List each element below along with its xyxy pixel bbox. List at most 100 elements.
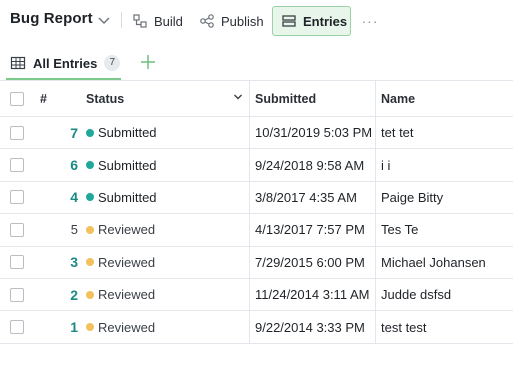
plus-icon[interactable] [139,53,157,71]
status-cell: Reviewed [86,247,246,278]
more-options-icon[interactable]: ··· [360,8,380,34]
column-divider [375,81,376,116]
chevron-down-icon[interactable] [96,12,112,28]
entries-icon [282,15,296,27]
column-divider [375,117,376,149]
tab-all-entries[interactable]: All Entries 7 [10,50,121,76]
entry-number[interactable]: 5 [38,214,78,245]
entries-button[interactable]: Entries [272,6,351,36]
submitted-date: 9/22/2014 3:33 PM [255,319,365,335]
submitted-date: 9/24/2018 9:58 AM [255,157,365,173]
status-label: Submitted [98,125,157,141]
status-label: Reviewed [98,222,156,238]
table-row[interactable]: 1 Reviewed 9/22/2014 3:33 PM test test [0,311,513,344]
table-row[interactable]: 7 Submitted 10/31/2019 5:03 PM tet tet [0,117,513,150]
status-dot-icon [86,193,94,202]
row-checkbox[interactable] [10,320,24,335]
column-divider [249,81,250,116]
column-divider [249,311,250,343]
status-label: Submitted [98,189,157,205]
entry-number[interactable]: 4 [38,182,78,213]
grid-icon [10,56,26,70]
header-status[interactable]: Status [86,81,246,116]
build-icon [133,14,147,28]
row-select-cell [10,117,24,148]
submitted-date: 3/8/2017 4:35 AM [255,189,357,205]
header-number[interactable]: # [40,81,80,116]
entry-number[interactable]: 6 [38,149,78,180]
column-divider [249,181,250,214]
status-cell: Submitted [86,149,246,180]
status-label: Reviewed [98,287,156,303]
column-divider [375,149,376,181]
row-select-cell [10,279,24,310]
entry-name: Michael Johansen [381,254,486,270]
row-checkbox[interactable] [10,190,24,205]
status-dot-icon [86,290,94,299]
status-cell: Reviewed [86,279,246,310]
share-icon [200,14,214,28]
publish-button[interactable]: Publish [199,7,264,35]
tab-label: All Entries [33,55,98,71]
column-divider [375,214,376,246]
status-label: Submitted [98,157,157,173]
row-checkbox[interactable] [10,255,24,270]
submitted-date: 7/29/2015 6:00 PM [255,254,365,270]
entry-number[interactable]: 2 [38,279,78,310]
status-dot-icon [86,161,94,170]
column-divider [249,149,250,181]
entry-number[interactable]: 7 [38,117,78,148]
build-button[interactable]: Build [132,7,183,35]
row-checkbox[interactable] [10,287,24,302]
status-cell: Reviewed [86,214,246,245]
header-submitted[interactable]: Submitted [255,81,375,116]
entry-name: tet tet [381,125,414,141]
column-divider [249,117,250,149]
status-dot-icon [86,128,94,137]
status-dot-icon [86,323,94,332]
row-select-cell [10,214,24,245]
submitted-date: 10/31/2019 5:03 PM [255,125,373,141]
select-all-checkbox[interactable] [10,91,24,106]
column-divider [249,214,250,246]
table-row[interactable]: 6 Submitted 9/24/2018 9:58 AM i i [0,149,513,182]
row-checkbox[interactable] [10,125,24,140]
toolbar-divider [121,12,122,28]
status-dot-icon [86,225,94,234]
select-all-cell [10,81,24,116]
table-row[interactable]: 3 Reviewed 7/29/2015 6:00 PM Michael Johans… [0,246,513,279]
submitted-date: 11/24/2014 3:11 AM [255,287,370,303]
column-divider [249,279,250,311]
row-select-cell [10,182,24,213]
column-divider [375,311,376,343]
table-row[interactable]: 2 Reviewed 11/24/2014 3:11 AM Judde dsfsd [0,279,513,312]
top-toolbar: Bug Report Build Publish Entries ··· [0,0,513,42]
table-row[interactable]: 4 Submitted 3/8/2017 4:35 AM Paige Bitty [0,181,513,215]
entries-label: Entries [303,13,348,29]
column-divider [375,246,376,278]
submitted-date: 4/13/2017 7:57 PM [255,222,365,238]
status-label: Reviewed [98,254,156,270]
entry-name: test test [381,319,427,335]
column-divider [249,246,250,278]
status-cell: Submitted [86,117,246,148]
table-header-row: # Status Submitted Name [0,81,513,117]
row-checkbox[interactable] [10,158,24,173]
entry-name: Paige Bitty [381,189,444,205]
row-select-cell [10,311,24,342]
column-divider [375,279,376,311]
entry-name: Judde dsfsd [381,287,452,303]
status-label: Reviewed [98,319,156,335]
column-divider [375,181,376,214]
entry-number[interactable]: 1 [38,311,78,342]
entry-name: i i [381,157,391,173]
chevron-down-icon[interactable] [233,92,243,102]
app-title[interactable]: Bug Report [10,10,93,27]
entry-number[interactable]: 3 [38,247,78,278]
row-select-cell [10,149,24,180]
table-row[interactable]: 5 Reviewed 4/13/2017 7:57 PM Tes Te [0,214,513,247]
row-checkbox[interactable] [10,222,24,237]
build-label: Build [154,13,183,29]
row-select-cell [10,247,24,278]
header-name[interactable]: Name [381,81,511,116]
